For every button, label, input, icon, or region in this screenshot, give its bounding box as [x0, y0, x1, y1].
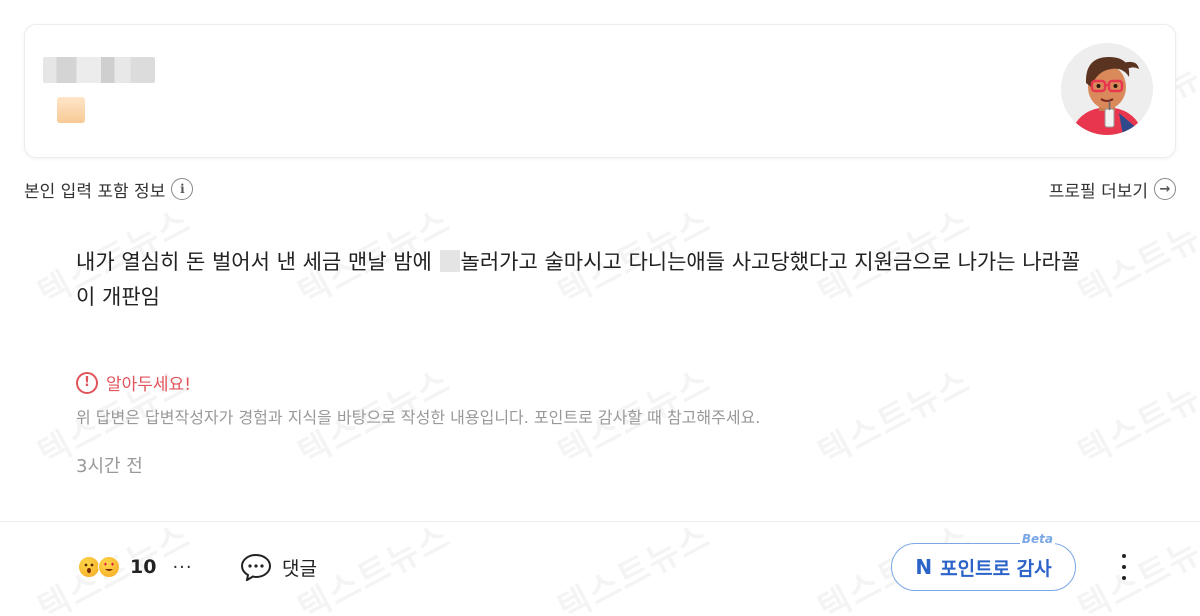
- arrow-right-icon: →: [1154, 178, 1176, 200]
- info-icon[interactable]: i: [171, 178, 194, 200]
- more-reactions-icon[interactable]: ···: [172, 557, 192, 578]
- thanks-with-points-button[interactable]: Beta N 포인트로 감사: [891, 532, 1076, 591]
- warning-icon: !: [76, 371, 98, 394]
- heart-eyes-emoji-icon: [98, 556, 120, 578]
- self-input-info: 본인 입력 포함 정보 i: [24, 177, 194, 202]
- speech-bubble-icon: [240, 553, 272, 581]
- watermark-text: 텍스트뉴스: [808, 354, 978, 475]
- reactions-button[interactable]: 10 ···: [78, 552, 193, 582]
- avatar-illustration: [1061, 43, 1153, 135]
- answer-text: 내가 열심히 돈 벌어서 낸 세금 맨날 밤에 놀러가고 술마시고 다니는애들 …: [76, 245, 1136, 315]
- blurred-badge: [57, 97, 85, 123]
- profile-card: [24, 24, 1176, 158]
- thanks-label: 포인트로 감사: [940, 557, 1052, 580]
- reaction-count: 10: [130, 556, 157, 578]
- notice-title-text: 알아두세요!: [106, 375, 192, 395]
- more-options-icon[interactable]: [1113, 552, 1135, 582]
- avatar[interactable]: [1061, 43, 1153, 135]
- blurred-username: [43, 57, 155, 83]
- comment-button[interactable]: 댓글: [240, 550, 317, 584]
- profile-more-label: 프로필 더보기: [1048, 181, 1148, 202]
- timestamp: 3시간 전: [76, 456, 143, 477]
- footer-bar: 10 ··· 댓글 Beta N 포인트로 감사: [0, 521, 1200, 616]
- surprised-emoji-icon: [78, 556, 100, 578]
- watermark-text: 텍스트뉴스: [1068, 354, 1200, 475]
- naver-n-icon: N: [915, 555, 933, 579]
- profile-more-link[interactable]: 프로필 더보기 →: [1049, 177, 1176, 202]
- answer-line2: 이 개판임: [76, 285, 160, 309]
- info-row: 본인 입력 포함 정보 i 프로필 더보기 →: [24, 174, 1176, 204]
- comment-label: 댓글: [282, 557, 317, 580]
- self-input-info-label: 본인 입력 포함 정보: [24, 181, 166, 202]
- beta-label: Beta: [1019, 532, 1055, 546]
- redacted-word: [439, 250, 460, 272]
- answer-line1-end: 놀러가고 술마시고 다니는애들 사고당했다고 지원금으로 나가는 나라꼴: [460, 250, 1081, 274]
- notice-title: ! 알아두세요!: [76, 370, 191, 395]
- notice-text: 위 답변은 답변작성자가 경험과 지식을 바탕으로 작성한 내용입니다. 포인트…: [76, 408, 761, 427]
- answer-line1-start: 내가 열심히 돈 벌어서 낸 세금 맨날 밤에: [76, 250, 439, 274]
